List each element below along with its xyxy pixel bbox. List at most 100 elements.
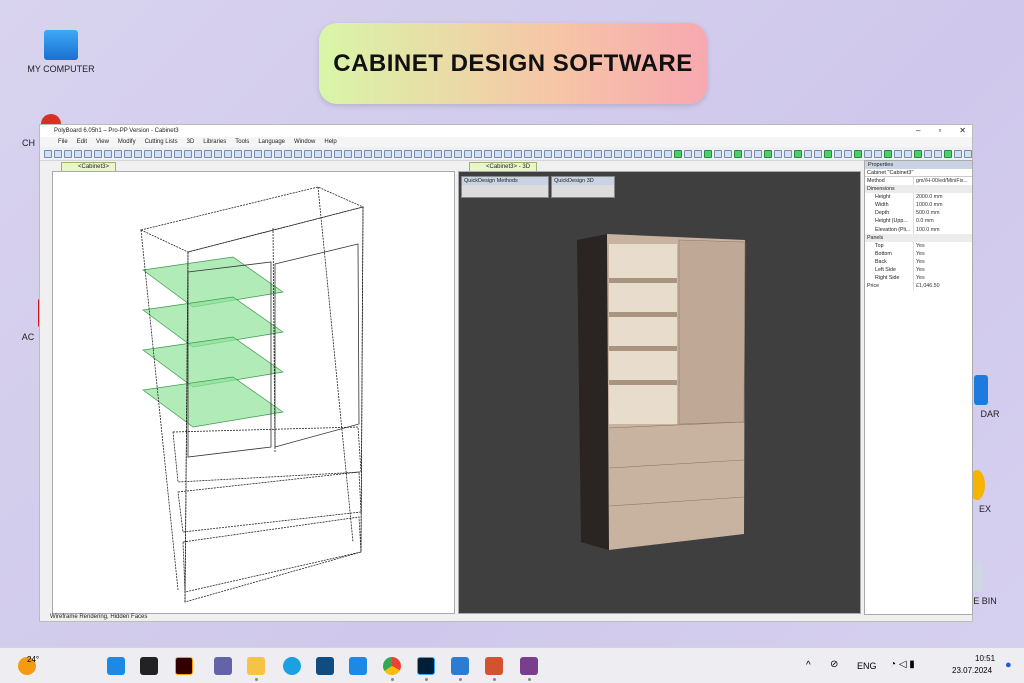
toolbar-button-icon[interactable] [314,149,322,158]
toolbar-button-icon[interactable] [604,149,612,158]
toolbar-button-icon[interactable] [894,149,902,158]
toolbar-button-icon[interactable] [844,149,852,158]
toolbar-button-icon[interactable] [204,149,212,158]
wireframe-view[interactable]: <Cabinet3> [52,162,455,614]
toolbar-button-icon[interactable] [94,149,102,158]
tab-cabinet3-3d[interactable]: <Cabinet3> - 3D [469,162,538,171]
toolbar-button-icon[interactable] [884,149,892,158]
toolbar-button-icon[interactable] [44,149,52,158]
menu-cutting-lists[interactable]: Cutting Lists [145,139,178,145]
toolbar-button-icon[interactable] [564,149,572,158]
toolbar-button-icon[interactable] [294,149,302,158]
property-value[interactable]: 100.0 mm [913,225,972,234]
toolbar-button-icon[interactable] [304,149,312,158]
property-value[interactable]: Yes [913,257,972,267]
toolbar-button-icon[interactable] [674,149,682,158]
toolbar-button-icon[interactable] [794,149,802,158]
property-value[interactable]: Yes [913,241,972,250]
toolbar-button-icon[interactable] [444,149,452,158]
clock-time[interactable]: 10:51 [975,654,995,663]
toolbar-button-icon[interactable] [914,149,922,158]
photos-icon[interactable] [451,657,469,675]
toolbar-button-icon[interactable] [364,149,372,158]
menu-tools[interactable]: Tools [235,139,249,145]
toolbar-button-icon[interactable] [934,149,942,158]
language-indicator[interactable]: ENG [857,661,877,671]
toolbar-button-icon[interactable] [664,149,672,158]
toolbar-button-icon[interactable] [484,149,492,158]
teams-icon[interactable] [214,657,232,675]
property-row[interactable]: Dimensions [865,185,972,194]
winrar-icon[interactable] [520,657,538,675]
toolbar-button-icon[interactable] [544,149,552,158]
photoshop-icon[interactable] [417,657,435,675]
toolbar-button-icon[interactable] [684,149,692,158]
toolbar-button-icon[interactable] [334,149,342,158]
property-row[interactable]: Elevation (Pli... 100.0 mm [865,225,972,234]
toolbar-button-icon[interactable] [174,149,182,158]
property-value[interactable]: gm//H-00/ed/MiniFix... [913,177,972,186]
menu-file[interactable]: File [58,139,68,145]
toolbar-button-icon[interactable] [724,149,732,158]
toolbar-button-icon[interactable] [54,149,62,158]
3d-view[interactable]: <Cabinet3> - 3D QuickDesign Methods Quic… [458,162,861,614]
property-value[interactable]: 1000.0 mm [913,201,972,210]
notification-bell-icon[interactable]: ● [1005,659,1012,671]
toolbar-button-icon[interactable] [474,149,482,158]
property-row[interactable]: Top Yes [865,241,972,250]
property-value[interactable]: 0.0 mm [913,217,972,226]
property-value[interactable]: Yes [913,266,972,275]
menu-help[interactable]: Help [324,139,336,145]
toolbar-button-icon[interactable] [134,149,142,158]
property-row[interactable]: Bottom Yes [865,249,972,258]
toolbar-button-icon[interactable] [454,149,462,158]
property-value[interactable]: 2000.0 mm [913,193,972,202]
toolbar-button-icon[interactable] [634,149,642,158]
menu-language[interactable]: Language [258,139,285,145]
menu-3d[interactable]: 3D [187,139,195,145]
property-value[interactable]: Yes [913,274,972,283]
toolbar-button-icon[interactable] [924,149,932,158]
toolbar-button-icon[interactable] [394,149,402,158]
toolbar-button-icon[interactable] [624,149,632,158]
toolbar-button-icon[interactable] [424,149,432,158]
toolbar-button-icon[interactable] [144,149,152,158]
toolbar-button-icon[interactable] [124,149,132,158]
clock-date[interactable]: 23.07.2024 [952,666,992,675]
toolbar-button-icon[interactable] [284,149,292,158]
menu-modify[interactable]: Modify [118,139,136,145]
toolbar-button-icon[interactable] [784,149,792,158]
network-off-icon[interactable]: ⊘ [830,659,838,670]
property-row[interactable]: Height 2000.0 mm [865,193,972,202]
chrome-icon[interactable] [383,657,401,675]
maximize-button[interactable]: ▫ [938,126,941,135]
toolbar-button-icon[interactable] [554,149,562,158]
minimize-button[interactable]: – [916,126,920,135]
toolbar-button-icon[interactable] [764,149,772,158]
store-icon[interactable] [316,657,334,675]
toolbar-button-icon[interactable] [804,149,812,158]
toolbar-button-icon[interactable] [194,149,202,158]
property-value[interactable]: £1,046.50 [913,282,972,291]
property-value[interactable]: Yes [913,249,972,258]
toolbar-button-icon[interactable] [244,149,252,158]
toolbar-button-icon[interactable] [514,149,522,158]
toolbar-button-icon[interactable] [534,149,542,158]
toolbar-button-icon[interactable] [644,149,652,158]
powerpoint-icon[interactable] [485,657,503,675]
toolbar-button-icon[interactable] [824,149,832,158]
mail-icon[interactable] [349,657,367,675]
property-row[interactable]: Width 1000.0 mm [865,201,972,210]
toolbar-button-icon[interactable] [964,149,972,158]
toolbar-button-icon[interactable] [344,149,352,158]
toolbar-button-icon[interactable] [954,149,962,158]
toolbar-button-icon[interactable] [224,149,232,158]
property-row[interactable]: Right Side Yes [865,274,972,283]
toolbar-button-icon[interactable] [434,149,442,158]
menu-view[interactable]: View [96,139,109,145]
illustrator-icon[interactable] [175,657,193,675]
menu-window[interactable]: Window [294,139,315,145]
desktop-icon-chrome[interactable]: CH [5,114,61,148]
toolbar-button-icon[interactable] [274,149,282,158]
property-row[interactable]: Depth 500.0 mm [865,209,972,218]
